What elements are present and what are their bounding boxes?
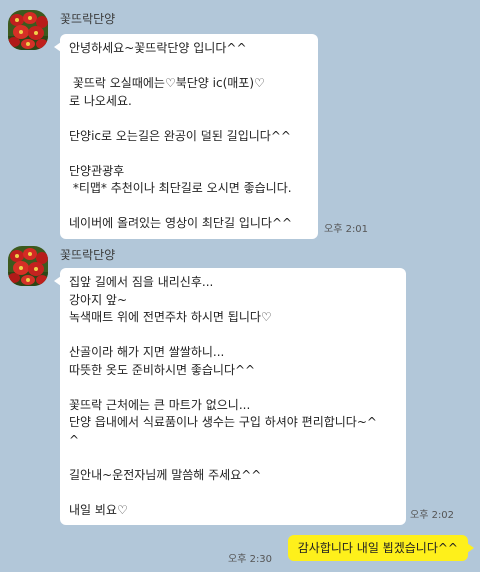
message-line (69, 110, 309, 128)
message-line: 꽃뜨락 근처에는 큰 마트가 없으니... (69, 397, 251, 412)
message-line: 녹색매트 위에 전면주차 하시면 됩니다♡ (69, 310, 272, 324)
avatar[interactable] (8, 10, 48, 50)
sender-name: 꽃뜨락단양 (60, 12, 116, 26)
message-line (69, 449, 397, 467)
message-line: 단양 읍내에서 식료품이나 생수는 구입 하셔야 편리합니다~^ (69, 415, 377, 429)
message-line: 단양관광후 (69, 163, 125, 178)
message-line (69, 198, 309, 216)
message-line: *티맵* 추천이나 최단길로 오시면 좋습니다. (69, 181, 292, 195)
message-time: 오후 2:01 (324, 224, 369, 235)
message-bubble[interactable]: 집앞 길에서 짐을 내리신후... 강아지 앞~ 녹색매트 위에 전면주차 하시… (54, 268, 406, 525)
avatar[interactable] (8, 246, 48, 286)
message-line (69, 327, 397, 345)
message-line: 단양ic로 오는길은 완공이 덜된 길입니다^^ (69, 128, 291, 143)
sender-name: 꽃뜨락단양 (60, 248, 116, 262)
message-line: 강아지 앞~ (69, 292, 128, 307)
my-message-time: 오후 2:30 (228, 554, 273, 565)
message-line (69, 379, 397, 397)
message-line: 네이버에 올려있는 영상이 최단길 입니다^^ (69, 216, 293, 230)
message-line: 따뜻한 옷도 준비하시면 좋습니다^^ (69, 362, 256, 377)
message-line: 안녕하세요~꽃뜨락단양 입니다^^ (69, 41, 247, 55)
flower-avatar-icon (8, 246, 48, 286)
message-line (69, 145, 309, 163)
message-line: 내일 뵈요♡ (69, 502, 128, 517)
message-line: 로 나오세요. (69, 93, 132, 108)
message-line: 길안내~운전자님께 말씀해 주세요^^ (69, 467, 262, 482)
my-message-bubble[interactable]: 감사합니다 내일 뵙겠습니다^^ (287, 535, 475, 561)
message-line: 꽃뜨락 오실때에는♡북단양 ic(매포)♡ (69, 76, 265, 90)
message-line (69, 484, 397, 502)
message-line: 집앞 길에서 짐을 내리신후... (69, 275, 214, 289)
message-line: 산골이라 해가 지면 쌀쌀하니... (69, 345, 225, 359)
message-time: 오후 2:02 (410, 510, 455, 521)
message-line: ^ (69, 432, 80, 447)
message-line (69, 58, 309, 76)
message-bubble[interactable]: 안녕하세요~꽃뜨락단양 입니다^^ 꽃뜨락 오실때에는♡북단양 ic(매포)♡ … (54, 34, 318, 239)
flower-avatar-icon (8, 10, 48, 50)
